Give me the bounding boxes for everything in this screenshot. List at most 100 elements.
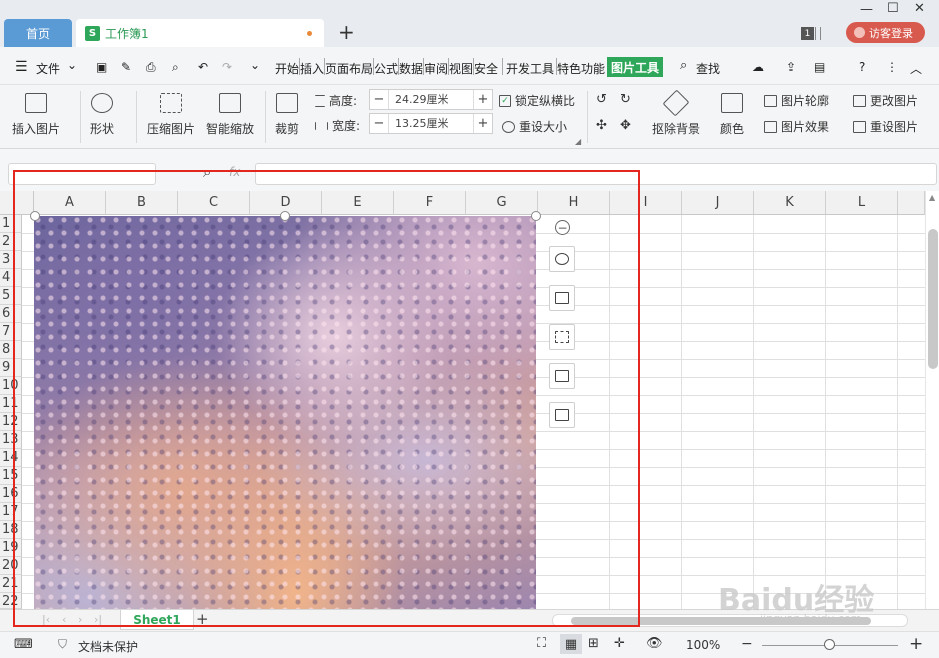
row-header[interactable]: 14 xyxy=(0,449,22,467)
page-break-view-icon[interactable]: ⊞ xyxy=(588,636,599,651)
dialog-launcher-icon[interactable]: ◢ xyxy=(575,137,581,146)
crop-picture-button[interactable] xyxy=(549,285,575,311)
quick-access-chevron-icon[interactable]: ⌄ xyxy=(250,58,260,72)
picture-outline-button[interactable]: 图片轮廓 xyxy=(764,92,829,109)
normal-view-icon[interactable]: ▦ xyxy=(560,634,582,654)
macro-icon[interactable]: ⌨ xyxy=(14,637,33,652)
crop-button[interactable]: 裁剪 xyxy=(275,93,299,137)
print-preview-icon[interactable]: ⌕ xyxy=(172,60,179,75)
row-header[interactable]: 20 xyxy=(0,557,22,575)
height-plus-button[interactable]: + xyxy=(474,90,492,109)
row-header[interactable]: 19 xyxy=(0,539,22,557)
row-header[interactable]: 17 xyxy=(0,503,22,521)
column-header[interactable]: C xyxy=(178,191,250,215)
window-list-icon[interactable] xyxy=(815,27,821,40)
eye-protection-icon[interactable]: 👁 xyxy=(646,636,663,651)
row-header[interactable]: 7 xyxy=(0,323,22,341)
menu-security[interactable]: 安全 xyxy=(474,60,498,77)
color-button[interactable]: 颜色 xyxy=(720,93,744,137)
column-header[interactable]: B xyxy=(106,191,178,215)
zoom-picture-button[interactable] xyxy=(549,246,575,272)
column-header[interactable]: H xyxy=(538,191,610,215)
resize-handle[interactable] xyxy=(280,211,290,221)
tab-home[interactable]: 首页 xyxy=(4,19,72,47)
add-sheet-button[interactable]: + xyxy=(196,610,209,628)
focus-mode-icon[interactable]: ⛶ xyxy=(537,636,546,651)
compress-picture-button[interactable]: 压缩图片 xyxy=(147,93,195,137)
height-input[interactable]: 24.29厘米 xyxy=(388,90,474,109)
align-icon[interactable]: ✣ xyxy=(596,118,607,133)
row-header[interactable]: 9 xyxy=(0,359,22,377)
sheet-tab-sheet1[interactable]: Sheet1 xyxy=(120,610,194,630)
row-header[interactable]: 3 xyxy=(0,251,22,269)
fx-icon[interactable]: fx xyxy=(229,165,240,179)
remove-background-button[interactable]: 抠除背景 xyxy=(652,89,700,137)
shape-button[interactable]: 形状 xyxy=(90,93,114,137)
column-header[interactable] xyxy=(898,191,925,215)
row-header[interactable]: 10 xyxy=(0,377,22,395)
collapse-ribbon-icon[interactable]: ︿ xyxy=(910,60,922,77)
vertical-scroll-thumb[interactable] xyxy=(928,229,938,369)
row-header[interactable]: 12 xyxy=(0,413,22,431)
print-icon[interactable]: ⎙ xyxy=(146,60,156,75)
formula-input[interactable] xyxy=(255,163,937,185)
window-count-badge[interactable]: 1 xyxy=(801,27,814,40)
height-minus-button[interactable]: − xyxy=(370,90,388,109)
menu-special[interactable]: 特色功能 xyxy=(557,60,605,77)
column-header[interactable]: I xyxy=(610,191,682,215)
redo-icon[interactable]: ↷ xyxy=(222,60,232,74)
column-header[interactable]: A xyxy=(34,191,106,215)
zoom-out-button[interactable]: − xyxy=(741,636,753,652)
maximize-icon[interactable]: ☐ xyxy=(887,1,899,16)
page-layout-view-icon[interactable]: ✛ xyxy=(614,636,625,651)
zoom-search-icon[interactable]: ⌕ xyxy=(203,163,211,181)
menu-formula[interactable]: 公式 xyxy=(374,60,398,77)
menu-developer[interactable]: 开发工具 xyxy=(506,60,554,77)
first-sheet-icon[interactable]: |‹ xyxy=(42,613,50,626)
name-box[interactable] xyxy=(8,163,156,185)
smart-zoom-button[interactable]: 智能缩放 xyxy=(206,93,254,137)
menu-start[interactable]: 开始 xyxy=(275,60,299,77)
select-all-corner[interactable] xyxy=(0,191,34,215)
menu-insert[interactable]: 插入 xyxy=(300,60,324,77)
zoom-in-button[interactable]: + xyxy=(909,634,923,654)
save-icon[interactable]: ▣ xyxy=(96,60,107,74)
zoom-level[interactable]: 100% xyxy=(686,638,720,652)
protection-status[interactable]: 文档未保护 xyxy=(78,638,138,655)
rotate-right-icon[interactable]: ↻ xyxy=(620,92,631,107)
column-header[interactable]: G xyxy=(466,191,538,215)
row-header[interactable]: 21 xyxy=(0,575,22,593)
reset-picture-button[interactable]: 重设图片 xyxy=(853,118,918,135)
column-header[interactable]: E xyxy=(322,191,394,215)
row-header[interactable]: 1 xyxy=(0,215,22,233)
close-icon[interactable]: ✕ xyxy=(914,1,925,16)
hamburger-icon[interactable]: ☰ xyxy=(15,59,28,75)
insert-picture-button[interactable]: 插入图片 xyxy=(12,93,60,137)
cloud-icon[interactable]: ☁ xyxy=(752,60,764,74)
format-painter-icon[interactable]: ✎ xyxy=(121,60,131,74)
undo-icon[interactable]: ↶ xyxy=(198,60,208,74)
row-header[interactable]: 18 xyxy=(0,521,22,539)
prev-sheet-icon[interactable]: ‹ xyxy=(62,613,66,626)
flip-icon[interactable]: ✥ xyxy=(620,118,631,133)
row-header[interactable]: 13 xyxy=(0,431,22,449)
column-header[interactable]: K xyxy=(754,191,826,215)
width-minus-button[interactable]: − xyxy=(370,114,388,133)
search-icon[interactable]: ⌕ xyxy=(680,58,687,73)
resize-handle[interactable] xyxy=(30,211,40,221)
resize-handle[interactable] xyxy=(531,211,541,221)
width-plus-button[interactable]: + xyxy=(474,114,492,133)
inserted-picture-clouds[interactable] xyxy=(34,216,536,609)
menu-file[interactable]: 文件 xyxy=(36,60,60,77)
row-header[interactable]: 22 xyxy=(0,593,22,609)
chevron-down-icon[interactable]: ⌄ xyxy=(67,58,77,72)
lock-ratio-checkbox[interactable]: ✓ 锁定纵横比 xyxy=(499,92,575,109)
row-header[interactable]: 16 xyxy=(0,485,22,503)
column-header[interactable]: L xyxy=(826,191,898,215)
new-tab-button[interactable]: + xyxy=(338,20,355,44)
row-header[interactable]: 2 xyxy=(0,233,22,251)
more-icon[interactable]: ⋮ xyxy=(886,60,898,74)
menu-review[interactable]: 审阅 xyxy=(424,60,448,77)
menu-page-layout[interactable]: 页面布局 xyxy=(325,60,373,77)
width-stepper[interactable]: − 13.25厘米 + xyxy=(369,113,493,134)
